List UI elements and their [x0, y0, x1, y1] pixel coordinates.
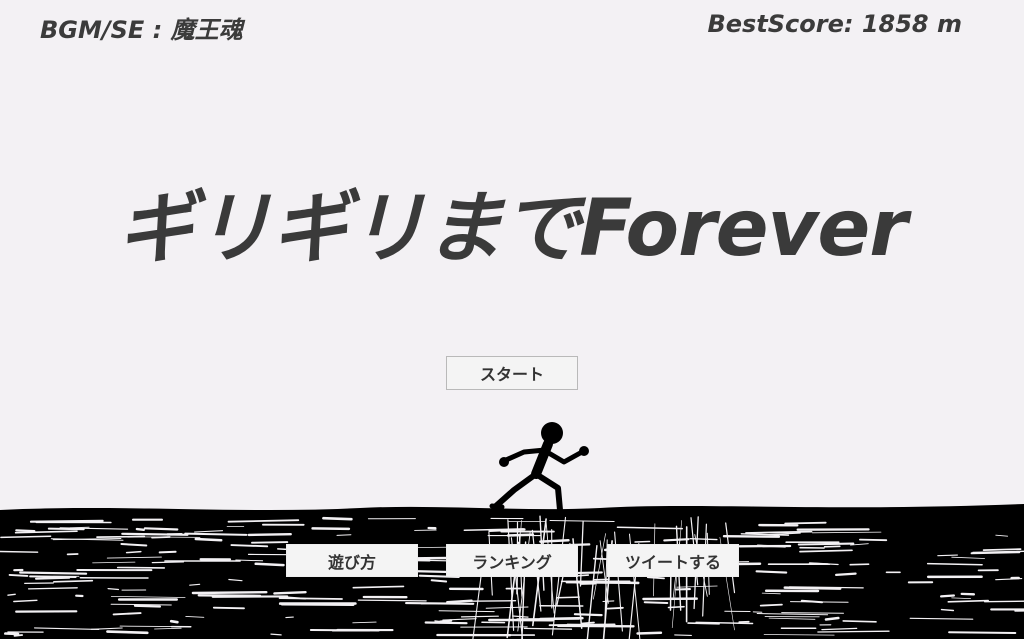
tweet-button[interactable]: ツイートする: [607, 544, 739, 577]
bgm-credit-label: BGM/SE : 魔王魂: [40, 16, 243, 44]
game-title: ギリギリまでForever: [117, 184, 907, 274]
best-score-label: BestScore: 1858 m: [707, 10, 962, 38]
runner-icon: [489, 422, 589, 515]
how-to-play-button[interactable]: 遊び方: [286, 544, 418, 577]
start-button[interactable]: スタート: [446, 356, 578, 390]
ranking-button[interactable]: ランキング: [446, 544, 578, 577]
